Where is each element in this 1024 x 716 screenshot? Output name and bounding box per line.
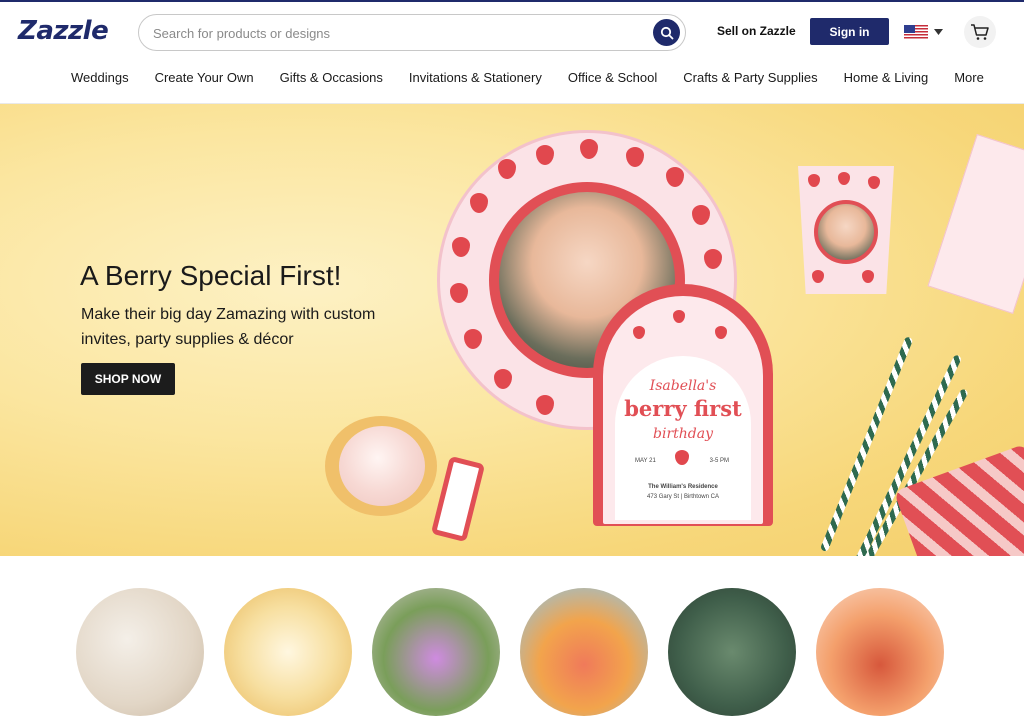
search-input[interactable] [153, 23, 643, 43]
cupcake-image [325, 416, 437, 516]
napkin-image [927, 134, 1024, 314]
nav-item-more[interactable]: More [941, 70, 997, 90]
invite-address: 473 Gary St | Birthtown CA [647, 494, 719, 500]
locale-selector[interactable] [904, 20, 952, 44]
site-header: Zazzle Sell on Zazzle Sign in [0, 0, 1024, 104]
search-button[interactable] [653, 19, 680, 46]
invite-venue: The William's Residence [648, 484, 718, 490]
invite-name: Isabella's [649, 378, 717, 394]
hero-banner[interactable]: A Berry Special First! Make their big da… [0, 104, 1024, 556]
cart-button[interactable] [964, 16, 996, 48]
nav-item-invitations-stationery[interactable]: Invitations & Stationery [396, 70, 555, 90]
nav-item-home-living[interactable]: Home & Living [831, 70, 942, 90]
bridal-shower-category-icon[interactable] [224, 588, 352, 716]
hero-subtitle: Make their big day Zamazing with custom … [81, 306, 376, 348]
zazzle-logo[interactable]: Zazzle [18, 16, 109, 46]
paper-straw [819, 336, 914, 553]
invite-occasion: birthday [653, 426, 713, 442]
graduation-category-icon[interactable] [816, 588, 944, 716]
us-flag-icon [904, 24, 928, 40]
category-carousel [0, 588, 1024, 716]
party-category-icon[interactable] [520, 588, 648, 716]
search-icon [660, 26, 673, 39]
sign-in-button[interactable]: Sign in [810, 18, 889, 45]
nav-item-crafts-party-supplies[interactable]: Crafts & Party Supplies [670, 70, 830, 90]
shop-now-button[interactable]: SHOP NOW [81, 363, 175, 395]
sell-on-zazzle-link[interactable]: Sell on Zazzle [717, 24, 796, 38]
cart-icon [971, 24, 989, 40]
invite-headline: berry first [624, 396, 742, 421]
nav-item-office-school[interactable]: Office & School [555, 70, 670, 90]
striped-decoration [893, 443, 1024, 556]
main-nav: Weddings Create Your Own Gifts & Occasio… [58, 70, 997, 90]
floral-category-icon[interactable] [372, 588, 500, 716]
hero-title: A Berry Special First! [80, 260, 342, 291]
nav-item-weddings[interactable]: Weddings [58, 70, 142, 90]
wedding-category-icon[interactable] [76, 588, 204, 716]
strawberry-cup-image [798, 166, 894, 294]
invitation-card-image: Isabella's berry first birthday MAY 21 3… [593, 284, 773, 526]
nav-item-gifts-occasions[interactable]: Gifts & Occasions [267, 70, 396, 90]
search-bar [138, 14, 686, 51]
nav-item-create-your-own[interactable]: Create Your Own [142, 70, 267, 90]
photo-wall-category-icon[interactable] [668, 588, 796, 716]
chevron-down-icon [934, 29, 943, 35]
number-one-candle [430, 455, 486, 543]
